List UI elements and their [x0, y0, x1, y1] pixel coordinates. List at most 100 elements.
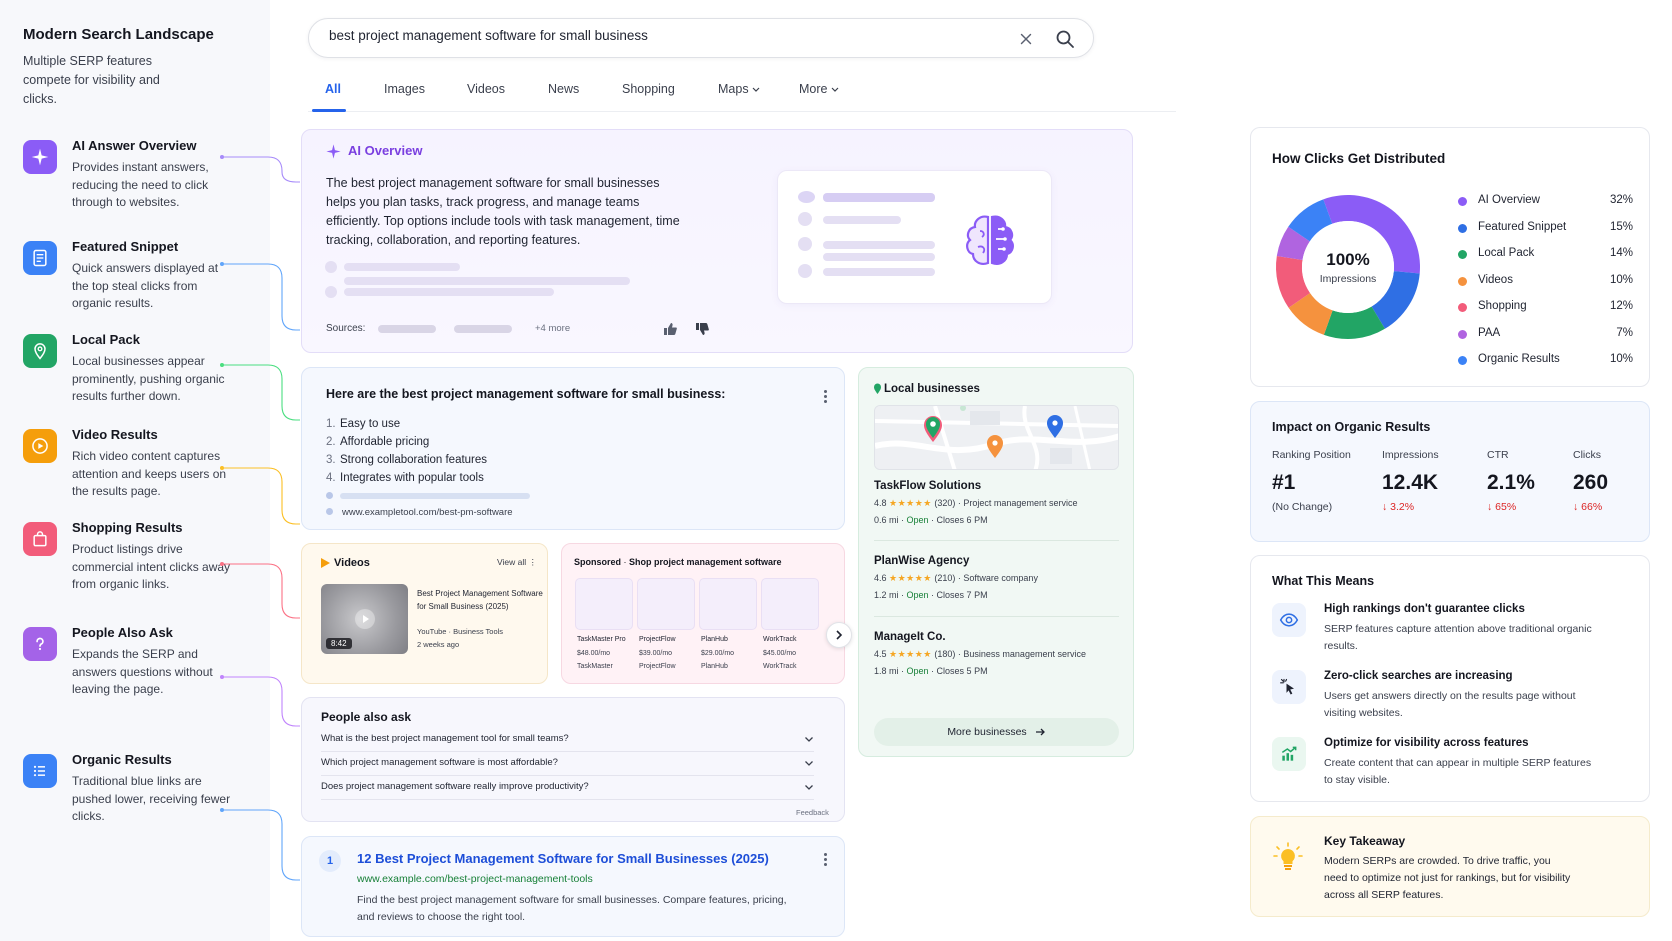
document-icon: [23, 241, 57, 275]
carousel-next-button[interactable]: [826, 622, 852, 648]
product-store: PlanHub: [701, 663, 728, 670]
brain-icon: [966, 215, 1014, 265]
source-chip[interactable]: [454, 325, 512, 333]
product-card[interactable]: ProjectFlow $39.00/mo ProjectFlow: [637, 578, 695, 678]
what-this-means-panel: What This Means High rankings don't guar…: [1250, 555, 1650, 802]
chart-legend: AI Overview 32% Featured Snippet 15% Local P…: [1458, 193, 1633, 379]
feature-name: Video Results: [72, 427, 158, 442]
more-options-icon[interactable]: [824, 853, 828, 868]
product-card[interactable]: WorkTrack $45.00/mo WorkTrack: [761, 578, 819, 678]
tab-maps[interactable]: Maps: [718, 82, 760, 96]
view-all-videos-link[interactable]: View all ⋮: [497, 557, 537, 568]
legend-value: 10%: [1609, 353, 1633, 365]
video-title[interactable]: Best Project Management Software for Sma…: [417, 587, 545, 613]
local-map[interactable]: [874, 405, 1119, 470]
local-business[interactable]: ManageIt Co. 4.5 ★★★★★ (180) · Business …: [874, 631, 1124, 682]
organic-result-title[interactable]: 12 Best Project Management Software for …: [357, 851, 769, 866]
metric-label: Clicks: [1573, 449, 1601, 461]
videos-heading: Videos: [334, 557, 370, 569]
map-pin-icon: [874, 383, 881, 394]
list-item: 3. Strong collaboration features: [326, 454, 488, 466]
list-item: 1. Easy to use: [326, 418, 401, 430]
placeholder-dot: [325, 286, 337, 298]
sidebar-title: Modern Search Landscape: [23, 26, 214, 43]
legend-value: 14%: [1609, 247, 1633, 259]
search-icon[interactable]: [1055, 29, 1075, 49]
legend-label: Local Pack: [1478, 247, 1535, 259]
legend-swatch: [1458, 197, 1467, 206]
metric-change: ↓ 66%: [1573, 501, 1603, 513]
more-options-icon[interactable]: [824, 390, 828, 405]
tab-all[interactable]: All: [325, 82, 341, 96]
legend-label: Organic Results: [1478, 353, 1560, 365]
placeholder-line: [344, 277, 630, 285]
rank-badge: 1: [319, 850, 341, 872]
product-image: [699, 578, 757, 630]
tab-images[interactable]: Images: [384, 82, 425, 96]
tab-more[interactable]: More: [799, 82, 839, 96]
legend-label: AI Overview: [1478, 194, 1540, 206]
product-name: TaskMaster Pro: [577, 636, 626, 643]
feature-name: Featured Snippet: [72, 239, 179, 254]
paa-question[interactable]: Does project management software really …: [321, 776, 814, 800]
placeholder-dot: [325, 261, 337, 273]
thumbs-down-icon[interactable]: [694, 321, 710, 337]
key-takeaway-panel: Key Takeaway Modern SERPs are crowded. T…: [1250, 816, 1650, 917]
chevron-down-icon: [805, 737, 813, 742]
clear-icon[interactable]: [1017, 30, 1035, 48]
tab-shopping[interactable]: Shopping: [622, 82, 675, 96]
product-card[interactable]: TaskMaster Pro $48.00/mo TaskMaster: [575, 578, 633, 678]
legend-swatch: [1458, 329, 1467, 339]
feedback-link[interactable]: Feedback: [796, 808, 829, 817]
sidebar-subtitle: Multiple SERP features compete for visib…: [23, 54, 160, 106]
ai-illustration: [777, 170, 1052, 304]
sponsored-label: Sponsored: [574, 557, 622, 567]
local-pack-card: Local businesses TaskFlow Solutions 4.8 …: [858, 367, 1134, 757]
legend-swatch: [1458, 223, 1467, 233]
legend-swatch: [1458, 276, 1467, 286]
snippet-list: 1. Easy to use 2. Affordable pricing 3. Str…: [326, 415, 487, 487]
thumbs-up-icon[interactable]: [662, 321, 678, 337]
product-card[interactable]: PlanHub $29.00/mo PlanHub: [699, 578, 757, 678]
eye-icon: [1272, 603, 1306, 637]
ai-overview-heading: AI Overview: [348, 143, 423, 158]
tab-news[interactable]: News: [548, 82, 579, 96]
feature-name: Organic Results: [72, 752, 172, 767]
metric-value: 2.1%: [1487, 471, 1535, 494]
question-icon: [23, 627, 57, 661]
local-business[interactable]: PlanWise Agency 4.6 ★★★★★ (210) · Softwa…: [874, 555, 1124, 606]
cursor-click-icon: [1272, 670, 1306, 704]
placeholder-line: [823, 253, 935, 261]
source-chip[interactable]: [378, 325, 436, 333]
chart-title: How Clicks Get Distributed: [1272, 151, 1446, 166]
click-distribution-panel: How Clicks Get Distributed 100% Impressi…: [1250, 127, 1650, 387]
metric-clicks: Clicks 260 ↓ 66%: [1573, 449, 1608, 513]
snippet-source-url[interactable]: www.exampletool.com/best-pm-software: [342, 507, 513, 518]
business-name: PlanWise Agency: [874, 555, 970, 567]
legend-label: PAA: [1478, 326, 1501, 339]
legend-item: PAA 7%: [1458, 326, 1633, 353]
placeholder-dot: [798, 264, 812, 278]
placeholder-line: [823, 193, 935, 202]
insight-heading: High rankings don't guarantee clicks: [1324, 603, 1525, 615]
local-business[interactable]: TaskFlow Solutions 4.8 ★★★★★ (320) · Pro…: [874, 480, 1124, 531]
video-thumbnail[interactable]: 8:42: [321, 584, 408, 654]
more-businesses-button[interactable]: More businesses: [874, 718, 1119, 746]
placeholder-dot: [798, 237, 812, 251]
legend-label: Featured Snippet: [1478, 220, 1567, 233]
legend-swatch: [1458, 250, 1467, 259]
legend-value: 12%: [1609, 300, 1633, 312]
insight-text: Users get answers directly on the result…: [1324, 690, 1576, 719]
more-sources-link[interactable]: +4 more: [535, 323, 570, 334]
organic-result-url[interactable]: www.example.com/best-project-management-…: [357, 873, 593, 885]
tab-videos[interactable]: Videos: [467, 82, 505, 96]
search-input[interactable]: [329, 28, 969, 43]
video-channel: YouTube · Business Tools: [417, 627, 504, 636]
impact-title: Impact on Organic Results: [1272, 420, 1431, 434]
divider: [874, 616, 1119, 617]
feature-name: Local Pack: [72, 332, 140, 347]
star-rating: ★★★★★: [889, 573, 932, 583]
paa-question[interactable]: Which project management software is mos…: [321, 752, 814, 776]
paa-question[interactable]: What is the best project management tool…: [321, 728, 814, 752]
shopping-heading: Sponsored · Shop project management soft…: [574, 557, 782, 567]
